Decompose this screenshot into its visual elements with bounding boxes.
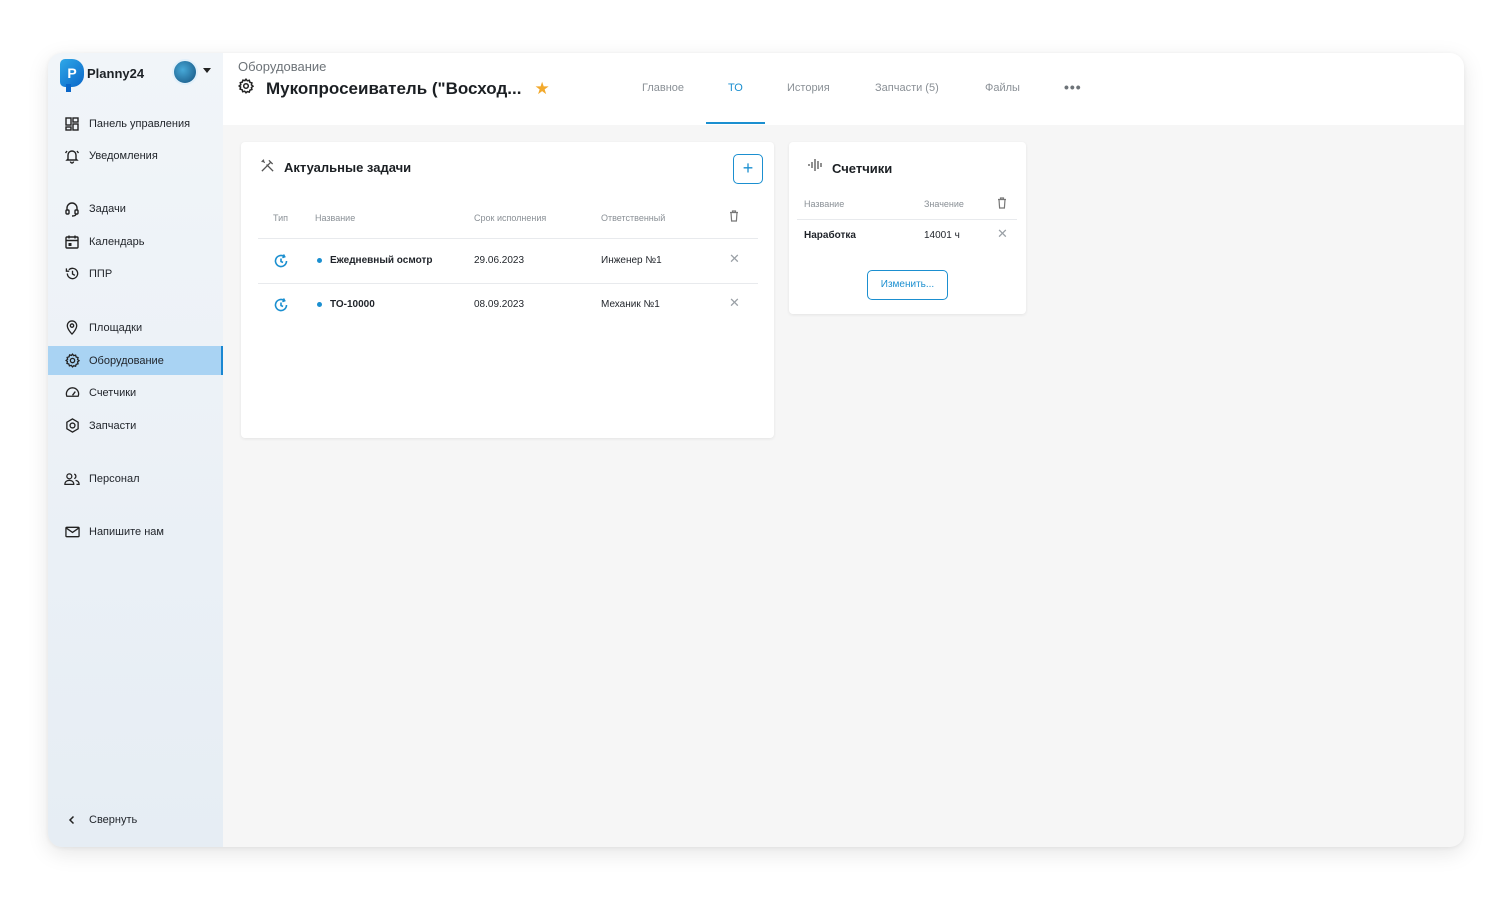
column-header-name: Название xyxy=(804,199,845,209)
calendar-icon xyxy=(64,234,80,250)
sidebar-item-label: Уведомления xyxy=(89,149,158,162)
task-name[interactable]: Ежедневный осмотр xyxy=(330,255,432,266)
trash-icon[interactable] xyxy=(729,209,739,227)
collapse-sidebar-button[interactable]: Свернуть xyxy=(48,805,223,834)
gear-icon xyxy=(64,353,80,369)
location-pin-icon xyxy=(64,320,80,336)
task-due: 29.06.2023 xyxy=(474,255,525,266)
tasks-card-title: Актуальные задачи xyxy=(284,160,412,175)
sidebar-item-label: ППР xyxy=(89,267,113,280)
task-name[interactable]: ТО-10000 xyxy=(330,299,375,310)
sidebar-item-contact[interactable]: Напишите нам xyxy=(48,517,223,546)
app-name: Planny24 xyxy=(87,65,145,81)
status-dot xyxy=(317,302,322,307)
avatar[interactable] xyxy=(172,59,198,85)
breadcrumb[interactable]: Оборудование xyxy=(238,59,326,74)
column-header-name[interactable]: Название xyxy=(315,213,355,223)
bell-icon xyxy=(64,148,80,164)
active-tab-indicator xyxy=(706,122,765,124)
title-row: Мукопросеиватель ("Восход... ★ xyxy=(237,77,550,99)
column-header-due[interactable]: Срок исполнения xyxy=(474,213,546,223)
hexagon-icon xyxy=(64,418,80,434)
sidebar-item-equipment[interactable]: Оборудование xyxy=(48,346,223,375)
sidebar-item-ppr[interactable]: ППР xyxy=(48,259,223,288)
tab-files[interactable]: Файлы xyxy=(985,82,1020,94)
sidebar-item-label: Персонал xyxy=(89,472,140,485)
app-logo[interactable]: P Planny24 xyxy=(60,59,145,92)
sidebar-item-label: Панель управления xyxy=(89,117,191,130)
task-responsible: Механик №1 xyxy=(601,299,660,310)
tab-parts[interactable]: Запчасти (5) xyxy=(875,82,939,94)
edit-counters-button[interactable]: Изменить... xyxy=(867,270,948,300)
close-icon[interactable]: ✕ xyxy=(729,252,740,265)
tasks-card: Актуальные задачи + Тип Название Срок ис… xyxy=(241,142,774,438)
column-header-value: Значение xyxy=(924,199,964,209)
counters-card-title: Счетчики xyxy=(832,161,893,176)
counter-name: Наработка xyxy=(804,230,856,241)
tab-history[interactable]: История xyxy=(787,82,830,94)
mail-icon xyxy=(64,524,80,540)
sidebar-item-label: Оборудование xyxy=(89,354,164,367)
counters-card: Счетчики Название Значение Наработка 140… xyxy=(789,142,1026,314)
trash-icon[interactable] xyxy=(997,196,1007,214)
divider xyxy=(797,219,1017,220)
chevron-down-icon[interactable] xyxy=(203,68,211,73)
sidebar: P Planny24 Панель управления Уведомления… xyxy=(48,53,223,847)
recurring-icon xyxy=(273,297,289,318)
recurring-icon xyxy=(273,253,289,274)
page-header: Оборудование Мукопросеиватель ("Восход..… xyxy=(223,53,1464,125)
task-due: 08.09.2023 xyxy=(474,299,525,310)
speedometer-icon xyxy=(64,385,80,401)
dashboard-icon xyxy=(64,116,80,132)
sidebar-item-label: Запчасти xyxy=(89,419,137,432)
tab-main[interactable]: Главное xyxy=(642,82,684,94)
headset-icon xyxy=(64,201,80,217)
sidebar-item-label: Напишите нам xyxy=(89,525,164,538)
sidebar-item-label: Площадки xyxy=(89,321,143,334)
sidebar-item-staff[interactable]: Персонал xyxy=(48,464,223,493)
planny-logo-icon: P xyxy=(60,59,84,92)
close-icon[interactable]: ✕ xyxy=(997,227,1008,240)
sidebar-item-notifications[interactable]: Уведомления xyxy=(48,141,223,170)
sidebar-item-label: Счетчики xyxy=(89,386,137,399)
sidebar-item-calendar[interactable]: Календарь xyxy=(48,227,223,256)
chevron-left-icon xyxy=(64,812,80,828)
close-icon[interactable]: ✕ xyxy=(729,296,740,309)
column-header-responsible[interactable]: Ответственный xyxy=(601,213,665,223)
task-responsible: Инженер №1 xyxy=(601,255,662,266)
page-title: Мукопросеиватель ("Восход... xyxy=(266,78,522,98)
sidebar-item-label: Календарь xyxy=(89,235,145,248)
people-icon xyxy=(64,471,80,487)
tools-icon xyxy=(260,158,275,178)
gear-icon xyxy=(237,77,255,99)
column-header-type: Тип xyxy=(273,213,289,223)
status-dot xyxy=(317,258,322,263)
sidebar-item-label: Задачи xyxy=(89,202,126,215)
sidebar-item-dashboard[interactable]: Панель управления xyxy=(48,109,223,138)
waveform-icon xyxy=(808,158,824,177)
tab-maintenance[interactable]: ТО xyxy=(728,82,743,94)
add-task-button[interactable]: + xyxy=(733,154,763,184)
more-tabs-button[interactable]: ••• xyxy=(1064,79,1082,95)
sidebar-item-sites[interactable]: Площадки xyxy=(48,313,223,342)
sidebar-item-tasks[interactable]: Задачи xyxy=(48,194,223,223)
divider xyxy=(258,283,758,284)
history-icon xyxy=(64,266,80,282)
counter-value: 14001 ч xyxy=(924,230,960,241)
star-icon[interactable]: ★ xyxy=(534,79,549,99)
divider xyxy=(258,238,758,239)
sidebar-item-counters[interactable]: Счетчики xyxy=(48,378,223,407)
collapse-label: Свернуть xyxy=(89,813,138,826)
sidebar-item-parts[interactable]: Запчасти xyxy=(48,411,223,440)
app-window: P Planny24 Панель управления Уведомления… xyxy=(48,53,1464,847)
